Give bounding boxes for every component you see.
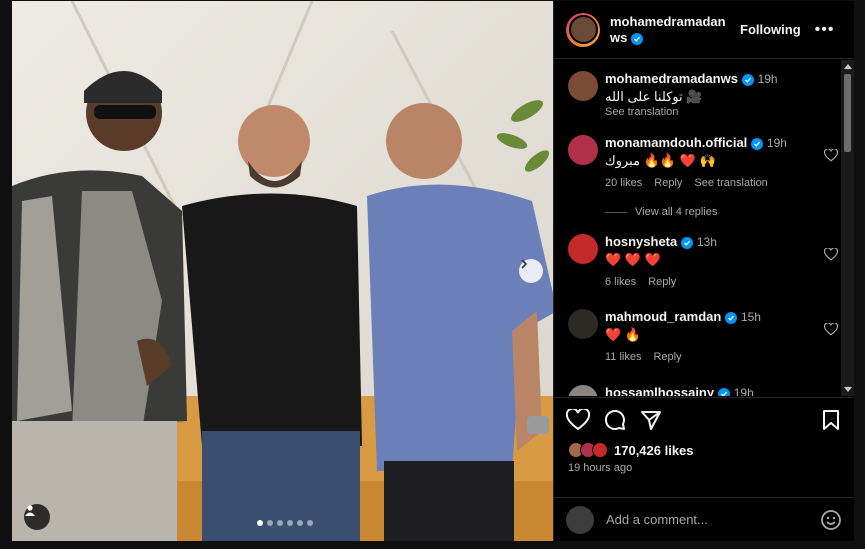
- comment-time: 15h: [740, 310, 761, 324]
- chevron-right-icon: [521, 259, 528, 269]
- author-avatar[interactable]: [566, 12, 600, 47]
- comment-likes[interactable]: 20 likes: [605, 177, 642, 189]
- carousel-dot: [257, 520, 263, 526]
- comment-likes[interactable]: 11 likes: [605, 351, 641, 363]
- view-replies-label: View all 4 replies: [635, 206, 718, 218]
- commenter-avatar[interactable]: [568, 309, 598, 339]
- verified-icon: [630, 32, 643, 45]
- comments-list[interactable]: mohamedramadanws 19h توكلنا على الله 🎥 S…: [554, 60, 842, 396]
- reply-button[interactable]: Reply: [653, 351, 681, 363]
- comment-text: توكلنا على الله 🎥: [605, 89, 703, 104]
- tagged-users-button[interactable]: [24, 504, 50, 530]
- verified-icon: [680, 237, 693, 249]
- likes-count[interactable]: 170,426 likes: [614, 443, 694, 458]
- following-button[interactable]: Following: [740, 22, 801, 37]
- like-comment-heart-icon[interactable]: [824, 149, 838, 162]
- commenter-avatar[interactable]: [568, 234, 598, 264]
- commenter-username[interactable]: hossamlhossainy: [605, 385, 714, 396]
- commenter-avatar[interactable]: [568, 135, 598, 165]
- verified-icon: [741, 74, 754, 86]
- carousel-dot: [277, 520, 283, 526]
- carousel-dot: [307, 520, 313, 526]
- comment-time: 13h: [696, 235, 717, 249]
- scroll-thumb[interactable]: [844, 74, 851, 152]
- photo-illustration: [12, 1, 553, 541]
- see-translation-link[interactable]: See translation: [605, 105, 805, 119]
- user-icon: [25, 505, 35, 516]
- like-comment-heart-icon[interactable]: [824, 323, 838, 336]
- commenter-username[interactable]: hosnysheta: [605, 234, 677, 249]
- comment-time: 19h: [766, 136, 787, 150]
- see-translation-link[interactable]: See translation: [694, 177, 767, 189]
- comment-bubble-icon[interactable]: [604, 409, 626, 431]
- comment-text: ❤️ ❤️ ❤️: [605, 252, 661, 267]
- commenter-avatar[interactable]: [568, 71, 598, 101]
- post-photo[interactable]: [12, 1, 553, 541]
- comment-time: 19h: [733, 386, 754, 396]
- carousel-indicator: [257, 520, 313, 526]
- comment-time: 19h: [757, 72, 778, 86]
- current-user-avatar: [566, 505, 594, 534]
- comment-likes[interactable]: 6 likes: [605, 276, 636, 288]
- carousel-dot: [267, 520, 273, 526]
- commenter-username[interactable]: mohamedramadanws: [605, 71, 738, 86]
- post-side-panel: mohamedramadanws Following ••• mohamedra…: [553, 1, 854, 541]
- reply-button[interactable]: Reply: [648, 276, 676, 288]
- liker-avatar: [592, 442, 608, 458]
- reply-button[interactable]: Reply: [654, 177, 682, 189]
- share-paper-plane-icon[interactable]: [640, 409, 662, 431]
- post-actions: 170,426 likes 19 hours ago: [554, 397, 854, 499]
- commenter-avatar[interactable]: [568, 385, 598, 396]
- comments-scrollbar[interactable]: [841, 60, 854, 396]
- next-photo-button[interactable]: [519, 259, 543, 283]
- carousel-dot: [287, 520, 293, 526]
- view-replies-link[interactable]: View all 4 replies: [605, 206, 717, 218]
- comment-text: ❤️ 🔥: [605, 327, 641, 342]
- post-timestamp[interactable]: 19 hours ago: [568, 462, 632, 474]
- add-comment-bar: [554, 497, 854, 541]
- verified-icon: [750, 138, 763, 150]
- commenter-username[interactable]: monamamdouh.official: [605, 135, 747, 150]
- likes-summary[interactable]: 170,426 likes: [568, 442, 694, 458]
- author-username[interactable]: mohamedramadanws: [610, 14, 726, 45]
- post-header: mohamedramadanws Following •••: [554, 1, 854, 59]
- commenter-username[interactable]: mahmoud_ramdan: [605, 309, 721, 324]
- verified-icon: [717, 388, 730, 396]
- more-options-icon[interactable]: •••: [815, 21, 835, 39]
- emoji-icon[interactable]: [820, 509, 842, 531]
- scroll-up-arrow[interactable]: [844, 64, 852, 69]
- post-modal: mohamedramadanws Following ••• mohamedra…: [12, 1, 854, 541]
- add-comment-input[interactable]: [606, 512, 806, 527]
- comment-text: مبروك 🔥🔥 ❤️ 🙌: [605, 153, 716, 168]
- scroll-down-arrow[interactable]: [844, 387, 852, 392]
- save-bookmark-icon[interactable]: [822, 409, 840, 431]
- like-comment-heart-icon[interactable]: [824, 248, 838, 261]
- like-heart-icon[interactable]: [566, 409, 590, 431]
- verified-icon: [724, 312, 737, 324]
- carousel-dot: [297, 520, 303, 526]
